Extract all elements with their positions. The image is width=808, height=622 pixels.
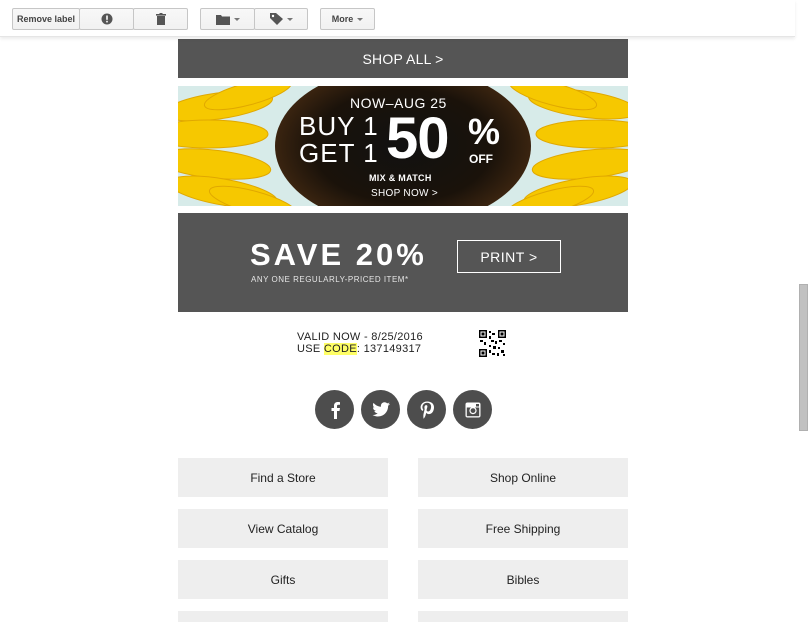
find-store-link[interactable]: Find a Store [178, 458, 388, 497]
free-shipping-label: Free Shipping [485, 521, 561, 536]
promo-get: GET 1 [299, 138, 379, 168]
use-text: USE [297, 343, 324, 355]
remove-label-button[interactable]: Remove label [12, 8, 80, 30]
print-label: PRINT > [480, 248, 538, 265]
folder-icon [215, 14, 230, 25]
promo-percent-sign: % [468, 111, 501, 152]
bibles-label: Bibles [506, 572, 540, 587]
promo-off: OFF [469, 152, 493, 166]
coupon-title: SAVE 20% [250, 237, 427, 272]
promo-buy: BUY 1 [299, 111, 379, 141]
coupon-panel: SAVE 20% ANY ONE REGULARLY-PRICED ITEM* … [178, 213, 628, 312]
pinterest-icon [420, 401, 434, 419]
exclamation-circle-icon [101, 13, 113, 25]
gmail-toolbar: Remove label More [0, 0, 795, 37]
code-value: : 137149317 [356, 343, 422, 355]
labels-button[interactable] [254, 8, 308, 30]
view-catalog-label: View Catalog [247, 521, 319, 536]
chevron-down-icon [286, 17, 293, 21]
partial-link-left[interactable] [178, 611, 388, 622]
coupon-subtitle: ANY ONE REGULARLY-PRICED ITEM* [251, 275, 409, 284]
facebook-link[interactable] [315, 390, 354, 429]
email-view: Remove label More SHOP ALL > NOW–AUG 25 … [0, 0, 808, 622]
valid-dates: VALID NOW - 8/25/2016 [297, 331, 423, 343]
chevron-down-icon [233, 17, 240, 21]
promo-percent-number: 50 [386, 106, 450, 171]
promo-text: NOW–AUG 25 BUY 1 GET 1 50 % OFF MIX & MA… [178, 86, 628, 206]
find-store-label: Find a Store [250, 470, 316, 485]
instagram-icon [465, 402, 480, 417]
facebook-icon [331, 401, 340, 419]
qr-code-icon [479, 330, 506, 357]
tag-icon [269, 13, 283, 25]
coupon-code-line: USE CODE: 137149317 [297, 343, 423, 355]
print-coupon-button[interactable]: PRINT > [457, 240, 561, 273]
trash-icon [155, 13, 166, 25]
twitter-link[interactable] [361, 390, 400, 429]
more-label: More [331, 14, 354, 24]
shop-all-link[interactable]: SHOP ALL > [178, 39, 628, 78]
report-spam-button[interactable] [79, 8, 134, 30]
delete-button[interactable] [133, 8, 188, 30]
gifts-label: Gifts [270, 572, 296, 587]
more-button[interactable]: More [320, 8, 375, 30]
free-shipping-link[interactable]: Free Shipping [418, 509, 628, 548]
instagram-link[interactable] [453, 390, 492, 429]
partial-link-right[interactable] [418, 611, 628, 622]
promo-shop-now: SHOP NOW > [371, 188, 438, 199]
coupon-validity: VALID NOW - 8/25/2016 USE CODE: 13714931… [297, 331, 423, 355]
bibles-link[interactable]: Bibles [418, 560, 628, 599]
shop-online-label: Shop Online [489, 470, 557, 485]
promo-mix-match: MIX & MATCH [369, 173, 432, 183]
move-to-button[interactable] [200, 8, 255, 30]
shop-online-link[interactable]: Shop Online [418, 458, 628, 497]
promo-banner[interactable]: NOW–AUG 25 BUY 1 GET 1 50 % OFF MIX & MA… [178, 86, 628, 206]
remove-label-text: Remove label [16, 14, 76, 24]
code-highlight: CODE [323, 343, 357, 355]
gifts-link[interactable]: Gifts [178, 560, 388, 599]
shop-all-text: SHOP ALL > [362, 50, 444, 67]
twitter-icon [371, 402, 390, 417]
vertical-scrollbar-thumb[interactable] [799, 284, 808, 431]
view-catalog-link[interactable]: View Catalog [178, 509, 388, 548]
chevron-down-icon [357, 17, 364, 21]
pinterest-link[interactable] [407, 390, 446, 429]
